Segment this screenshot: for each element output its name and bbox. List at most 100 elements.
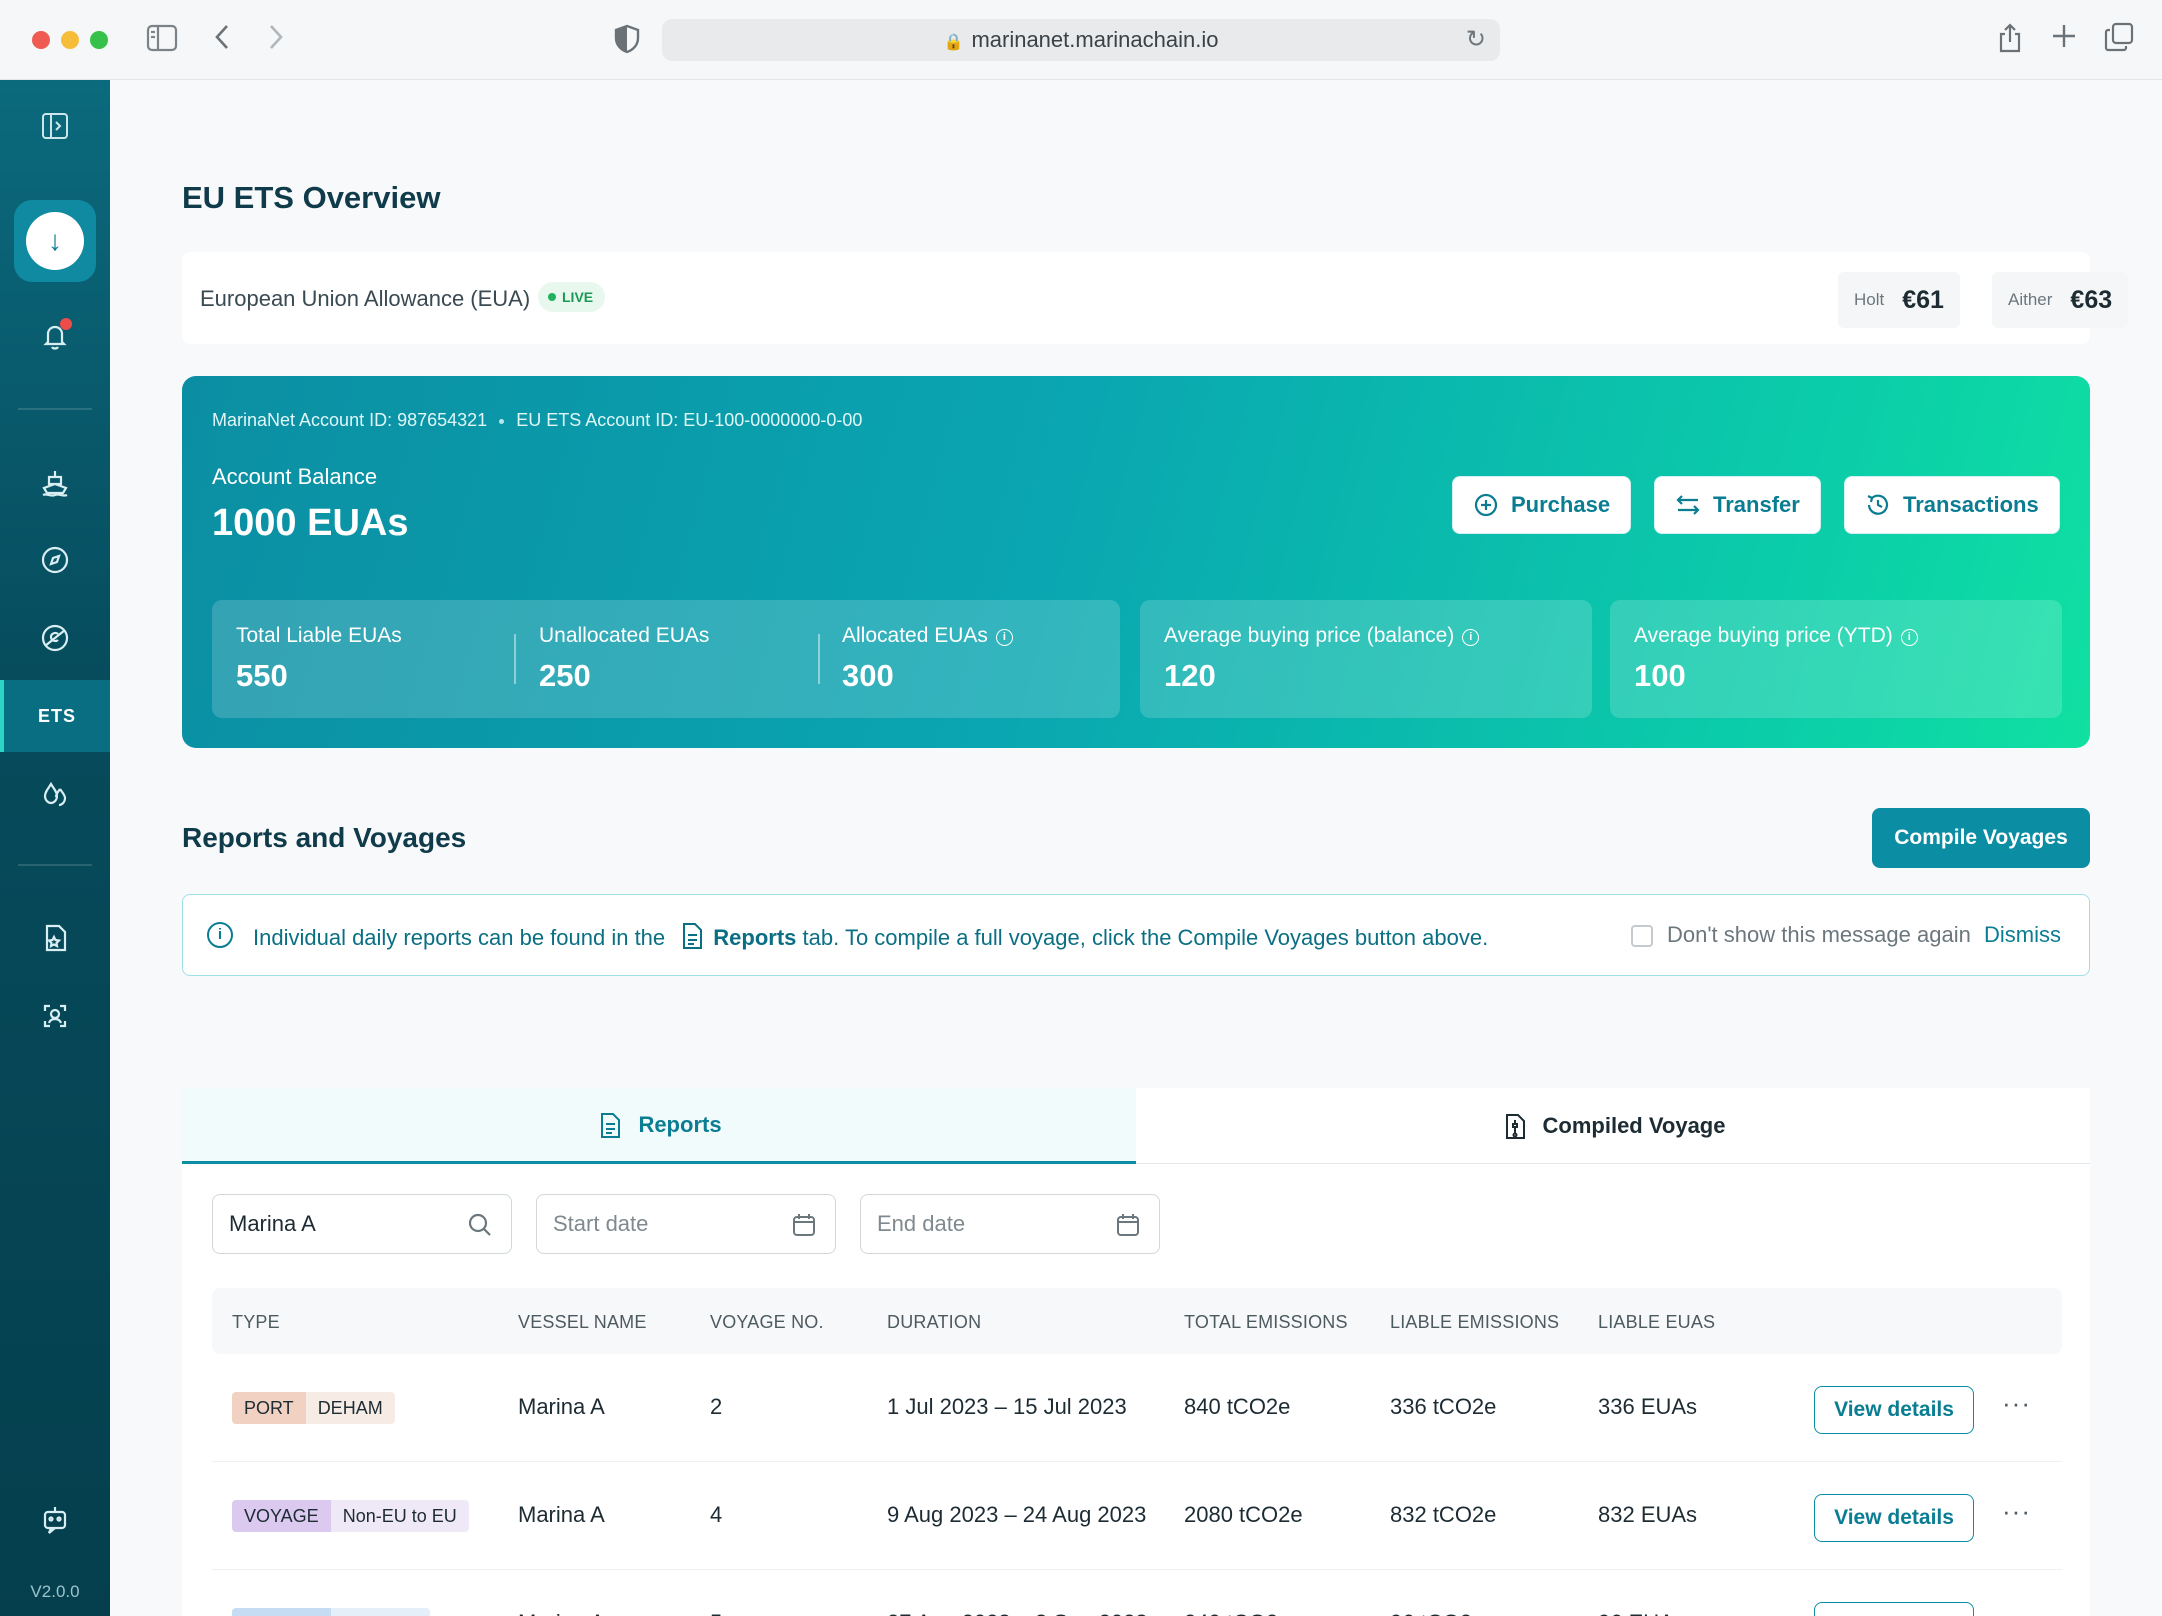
calendar-icon[interactable] <box>791 1212 817 1238</box>
column-header-total-emissions[interactable]: TOTAL EMISSIONS <box>1184 1312 1348 1333</box>
tab-compiled-voyage[interactable]: Compiled Voyage <box>1136 1088 2090 1164</box>
banner-text-after: tab. To compile a full voyage, click the… <box>802 925 1489 950</box>
tab-reports[interactable]: Reports <box>182 1088 1136 1164</box>
transfer-button[interactable]: Transfer <box>1654 476 1821 534</box>
stat-value: 550 <box>236 658 288 693</box>
forward-icon[interactable] <box>266 22 286 58</box>
main-content: EU ETS Overview European Union Allowance… <box>110 80 2162 1616</box>
sidebar-item-documents[interactable] <box>0 902 110 974</box>
dismiss-link[interactable]: Dismiss <box>1984 922 2061 948</box>
more-options-icon[interactable]: ··· <box>2002 1388 2031 1419</box>
info-icon[interactable]: i <box>1462 629 1480 646</box>
column-header-vessel[interactable]: VESSEL NAME <box>518 1312 647 1333</box>
sidebar-toggle-icon[interactable] <box>146 24 178 58</box>
stat-label: Allocated EUAs <box>842 624 988 647</box>
banner-reports-link[interactable]: Reports <box>713 925 796 950</box>
stat-label-wrap: Allocated EUAs i <box>842 624 1013 648</box>
type-label: VOYAGE <box>232 1500 331 1532</box>
banner-text-before: Individual daily reports can be found in… <box>253 925 666 950</box>
view-details-button[interactable]: View details <box>1814 1602 1974 1616</box>
notifications-button[interactable] <box>0 300 110 372</box>
stat-label: Unallocated EUAs <box>539 624 710 647</box>
close-window-button[interactable] <box>32 31 50 49</box>
tabs-overview-icon[interactable] <box>2104 22 2134 58</box>
info-banner: i Individual daily reports can be found … <box>182 894 2090 976</box>
back-icon[interactable] <box>212 22 232 58</box>
search-icon[interactable] <box>467 1212 493 1238</box>
compiled-voyage-icon <box>1505 1114 1525 1139</box>
dont-show-label[interactable]: Don't show this message again <box>1667 922 1971 948</box>
tab-reports-label: Reports <box>638 1111 722 1137</box>
start-date-input[interactable] <box>553 1195 773 1252</box>
liable-emissions-cell: 336 tCO2e <box>1390 1394 1497 1419</box>
column-header-voyage-no[interactable]: VOYAGE NO. <box>710 1312 824 1333</box>
column-header-liable-emissions[interactable]: LIABLE EMISSIONS <box>1390 1312 1559 1333</box>
sidebar-item-vessels[interactable] <box>0 446 110 518</box>
expand-sidebar-button[interactable] <box>0 90 110 162</box>
dont-show-checkbox[interactable] <box>1631 925 1653 947</box>
eua-price-bar: European Union Allowance (EUA) LIVE Holt… <box>182 252 2129 344</box>
end-date-input[interactable] <box>877 1195 1097 1252</box>
anchor-logo-icon: ↓ <box>26 212 84 270</box>
info-icon: i <box>207 922 233 948</box>
vessel-search-field[interactable] <box>212 1194 512 1254</box>
sidebar-item-navigation[interactable] <box>0 524 110 596</box>
maximize-window-button[interactable] <box>90 31 108 49</box>
view-details-button[interactable]: View details <box>1814 1386 1974 1434</box>
compile-voyages-button[interactable]: Compile Voyages <box>1872 808 2090 868</box>
balance-label: Account Balance <box>212 464 378 489</box>
price-holt: Holt €61 <box>1838 272 1960 328</box>
table-row: PORT DEHAM Marina A 2 1 Jul 2023 – 15 Jul 20… <box>212 1354 2062 1462</box>
start-date-field[interactable] <box>536 1194 836 1254</box>
scan-icon <box>43 1004 67 1028</box>
expand-sidebar-icon <box>42 113 68 139</box>
stat-label-wrap: Average buying price (YTD) i <box>1634 624 1918 648</box>
balance-value: 1000 EUAs <box>212 502 409 544</box>
total-emissions-cell: 840 tCO2e <box>1184 1394 1291 1419</box>
account-ids: MarinaNet Account ID: 987654321 EU ETS Ac… <box>212 410 862 431</box>
support-button[interactable] <box>0 1484 110 1556</box>
subtype-label: Non-EU to EU <box>330 1500 469 1532</box>
purchase-button[interactable]: Purchase <box>1452 476 1632 534</box>
column-header-liable-euas[interactable]: LIABLE EUAS <box>1598 1312 1715 1333</box>
report-document-icon <box>683 923 703 949</box>
end-date-field[interactable] <box>860 1194 1160 1254</box>
share-icon[interactable] <box>1996 22 2024 60</box>
more-options-icon[interactable]: ··· <box>2002 1604 2031 1616</box>
vessel-search-input[interactable] <box>229 1195 449 1252</box>
ship-icon <box>42 471 68 497</box>
address-bar[interactable]: 🔒 marinanet.marinachain.io ↻ <box>662 19 1500 61</box>
subtype-label: DEHAM <box>305 1392 395 1424</box>
transactions-button[interactable]: Transactions <box>1844 476 2060 534</box>
stat-value: 100 <box>1634 658 1686 693</box>
brand-logo-button[interactable]: ↓ <box>14 200 96 282</box>
price-value: €61 <box>1902 285 1944 314</box>
calendar-icon[interactable] <box>1115 1212 1141 1238</box>
new-tab-icon[interactable] <box>2050 22 2078 56</box>
liable-euas-cell: 336 EUAs <box>1598 1394 1698 1419</box>
more-options-icon[interactable]: ··· <box>2002 1496 2031 1527</box>
live-badge: LIVE <box>538 282 606 312</box>
voyage-no-cell: 4 <box>710 1502 723 1527</box>
shield-icon[interactable] <box>614 24 640 60</box>
history-icon <box>1867 494 1889 515</box>
vessel-name-cell: Marina A <box>518 1502 605 1527</box>
type-tag: PORT DEHAM <box>232 1392 395 1424</box>
reload-icon[interactable]: ↻ <box>1466 19 1486 61</box>
view-details-button[interactable]: View details <box>1814 1494 1974 1542</box>
duration-cell: 9 Aug 2023 – 24 Aug 2023 <box>887 1502 1147 1527</box>
voyage-no-cell: 2 <box>710 1394 723 1419</box>
sidebar-item-emissions[interactable] <box>0 602 110 674</box>
vessel-name-cell: Marina A <box>518 1610 605 1616</box>
sidebar-item-ets[interactable]: ETS <box>0 680 110 752</box>
separator-dot <box>499 418 505 424</box>
sidebar-item-analytics[interactable] <box>0 980 110 1052</box>
price-aither: Aither €63 <box>1992 272 2129 328</box>
column-header-type[interactable]: TYPE <box>232 1312 280 1333</box>
price-source-label: Holt <box>1854 290 1885 309</box>
info-icon[interactable]: i <box>1900 629 1918 646</box>
minimize-window-button[interactable] <box>61 31 79 49</box>
info-icon[interactable]: i <box>995 629 1013 646</box>
column-header-duration[interactable]: DURATION <box>887 1312 981 1333</box>
sidebar-item-fuel[interactable] <box>0 758 110 830</box>
